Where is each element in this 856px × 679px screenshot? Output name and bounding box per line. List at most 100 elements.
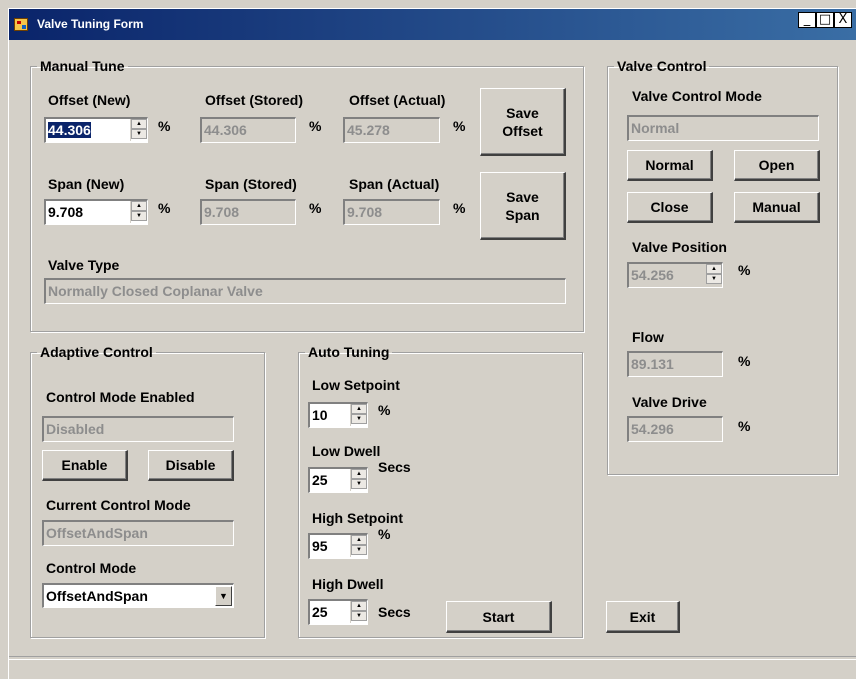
offset-stored-field: 44.306 <box>200 117 296 143</box>
flow-label: Flow <box>632 329 664 345</box>
offset-new-label: Offset (New) <box>48 92 131 108</box>
span-stored-label: Span (Stored) <box>205 176 297 192</box>
control-mode-label: Control Mode <box>46 560 137 576</box>
save-span-button[interactable]: Save Span <box>480 172 566 240</box>
app-icon <box>14 18 28 31</box>
maximize-button[interactable]: □ <box>816 12 834 28</box>
valve-type-label: Valve Type <box>48 257 120 273</box>
offset-new-value: 44.306 <box>48 122 91 138</box>
valve-drive-unit: % <box>738 418 751 434</box>
save-offset-button[interactable]: Save Offset <box>480 88 566 156</box>
span-stored-field: 9.708 <box>200 199 296 225</box>
control-mode-selected: OffsetAndSpan <box>46 588 148 604</box>
current-control-mode-field: OffsetAndSpan <box>42 520 234 546</box>
valve-position-spinner: ▲ ▼ <box>705 264 722 286</box>
spin-up-icon[interactable]: ▲ <box>351 469 367 479</box>
valve-position-value: 54.256 <box>631 267 674 283</box>
minimize-button[interactable]: _ <box>798 12 816 28</box>
close-valve-button[interactable]: Close <box>627 192 713 223</box>
start-button[interactable]: Start <box>446 601 552 633</box>
spin-up-icon: ▲ <box>706 264 722 274</box>
exit-button[interactable]: Exit <box>606 601 680 633</box>
normal-button[interactable]: Normal <box>627 150 713 181</box>
control-mode-select[interactable]: OffsetAndSpan ▼ <box>42 583 234 608</box>
high-setpoint-spinner[interactable]: ▲ ▼ <box>350 535 367 557</box>
valve-drive-field: 54.296 <box>627 416 723 442</box>
manual-button[interactable]: Manual <box>734 192 820 223</box>
high-dwell-input[interactable]: 25 ▲ ▼ <box>308 599 368 625</box>
high-dwell-spinner[interactable]: ▲ ▼ <box>350 601 367 623</box>
close-button[interactable]: X <box>834 12 852 28</box>
spin-down-icon: ▼ <box>706 274 722 284</box>
low-dwell-spinner[interactable]: ▲ ▼ <box>350 469 367 491</box>
span-actual-unit: % <box>453 200 466 216</box>
spin-down-icon[interactable]: ▼ <box>131 211 147 221</box>
spin-up-icon[interactable]: ▲ <box>351 404 367 414</box>
valve-control-mode-field: Normal <box>627 115 819 141</box>
offset-stored-label: Offset (Stored) <box>205 92 303 108</box>
high-dwell-value: 25 <box>312 604 328 620</box>
valve-control-legend: Valve Control <box>617 58 707 74</box>
offset-actual-field: 45.278 <box>343 117 440 143</box>
high-setpoint-label: High Setpoint <box>312 510 403 526</box>
status-bar <box>9 656 856 660</box>
low-dwell-value: 25 <box>312 472 328 488</box>
dropdown-arrow-icon[interactable]: ▼ <box>215 586 232 606</box>
span-new-label: Span (New) <box>48 176 125 192</box>
offset-new-spinner[interactable]: ▲ ▼ <box>130 119 147 141</box>
adaptive-control-legend: Adaptive Control <box>40 344 153 360</box>
offset-actual-unit: % <box>453 118 466 134</box>
manual-tune-legend: Manual Tune <box>40 58 125 74</box>
high-dwell-label: High Dwell <box>312 576 384 592</box>
open-button[interactable]: Open <box>734 150 820 181</box>
control-mode-enabled-label: Control Mode Enabled <box>46 389 195 405</box>
low-dwell-unit: Secs <box>378 459 411 475</box>
valve-position-label: Valve Position <box>632 239 727 255</box>
spin-up-icon[interactable]: ▲ <box>131 119 147 129</box>
spin-up-icon[interactable]: ▲ <box>351 601 367 611</box>
low-dwell-input[interactable]: 25 ▲ ▼ <box>308 467 368 493</box>
offset-actual-label: Offset (Actual) <box>349 92 446 108</box>
high-setpoint-value: 95 <box>312 538 328 554</box>
spin-down-icon[interactable]: ▼ <box>351 414 367 424</box>
spin-down-icon[interactable]: ▼ <box>351 545 367 555</box>
current-control-mode-label: Current Control Mode <box>46 497 191 513</box>
valve-control-mode-label: Valve Control Mode <box>632 88 762 104</box>
high-dwell-unit: Secs <box>378 604 411 620</box>
low-setpoint-unit: % <box>378 402 391 418</box>
high-setpoint-unit: % <box>378 526 391 542</box>
high-setpoint-input[interactable]: 95 ▲ ▼ <box>308 533 368 559</box>
valve-drive-label: Valve Drive <box>632 394 707 410</box>
title-bar[interactable]: Valve Tuning Form <box>9 9 856 40</box>
low-setpoint-input[interactable]: 10 ▲ ▼ <box>308 402 368 428</box>
low-dwell-label: Low Dwell <box>312 443 381 459</box>
offset-stored-unit: % <box>309 118 322 134</box>
span-new-input[interactable]: 9.708 ▲ ▼ <box>44 199 148 225</box>
spin-down-icon[interactable]: ▼ <box>131 129 147 139</box>
valve-position-unit: % <box>738 262 751 278</box>
low-setpoint-value: 10 <box>312 407 328 423</box>
low-setpoint-label: Low Setpoint <box>312 377 400 393</box>
spin-up-icon[interactable]: ▲ <box>351 535 367 545</box>
span-stored-unit: % <box>309 200 322 216</box>
spin-down-icon[interactable]: ▼ <box>351 611 367 621</box>
flow-unit: % <box>738 353 751 369</box>
span-new-value: 9.708 <box>48 204 84 220</box>
span-new-spinner[interactable]: ▲ ▼ <box>130 201 147 223</box>
span-actual-field: 9.708 <box>343 199 440 225</box>
disable-button[interactable]: Disable <box>148 450 234 481</box>
span-actual-label: Span (Actual) <box>349 176 440 192</box>
flow-field: 89.131 <box>627 351 723 377</box>
enable-button[interactable]: Enable <box>42 450 128 481</box>
window-title: Valve Tuning Form <box>37 17 144 31</box>
control-mode-enabled-field: Disabled <box>42 416 234 442</box>
offset-new-unit: % <box>158 118 171 134</box>
offset-new-input[interactable]: 44.306 ▲ ▼ <box>44 117 148 143</box>
auto-tuning-legend: Auto Tuning <box>308 344 390 360</box>
valve-position-input: 54.256 ▲ ▼ <box>627 262 723 288</box>
span-new-unit: % <box>158 200 171 216</box>
spin-down-icon[interactable]: ▼ <box>351 479 367 489</box>
low-setpoint-spinner[interactable]: ▲ ▼ <box>350 404 367 426</box>
valve-type-field: Normally Closed Coplanar Valve <box>44 278 566 304</box>
spin-up-icon[interactable]: ▲ <box>131 201 147 211</box>
